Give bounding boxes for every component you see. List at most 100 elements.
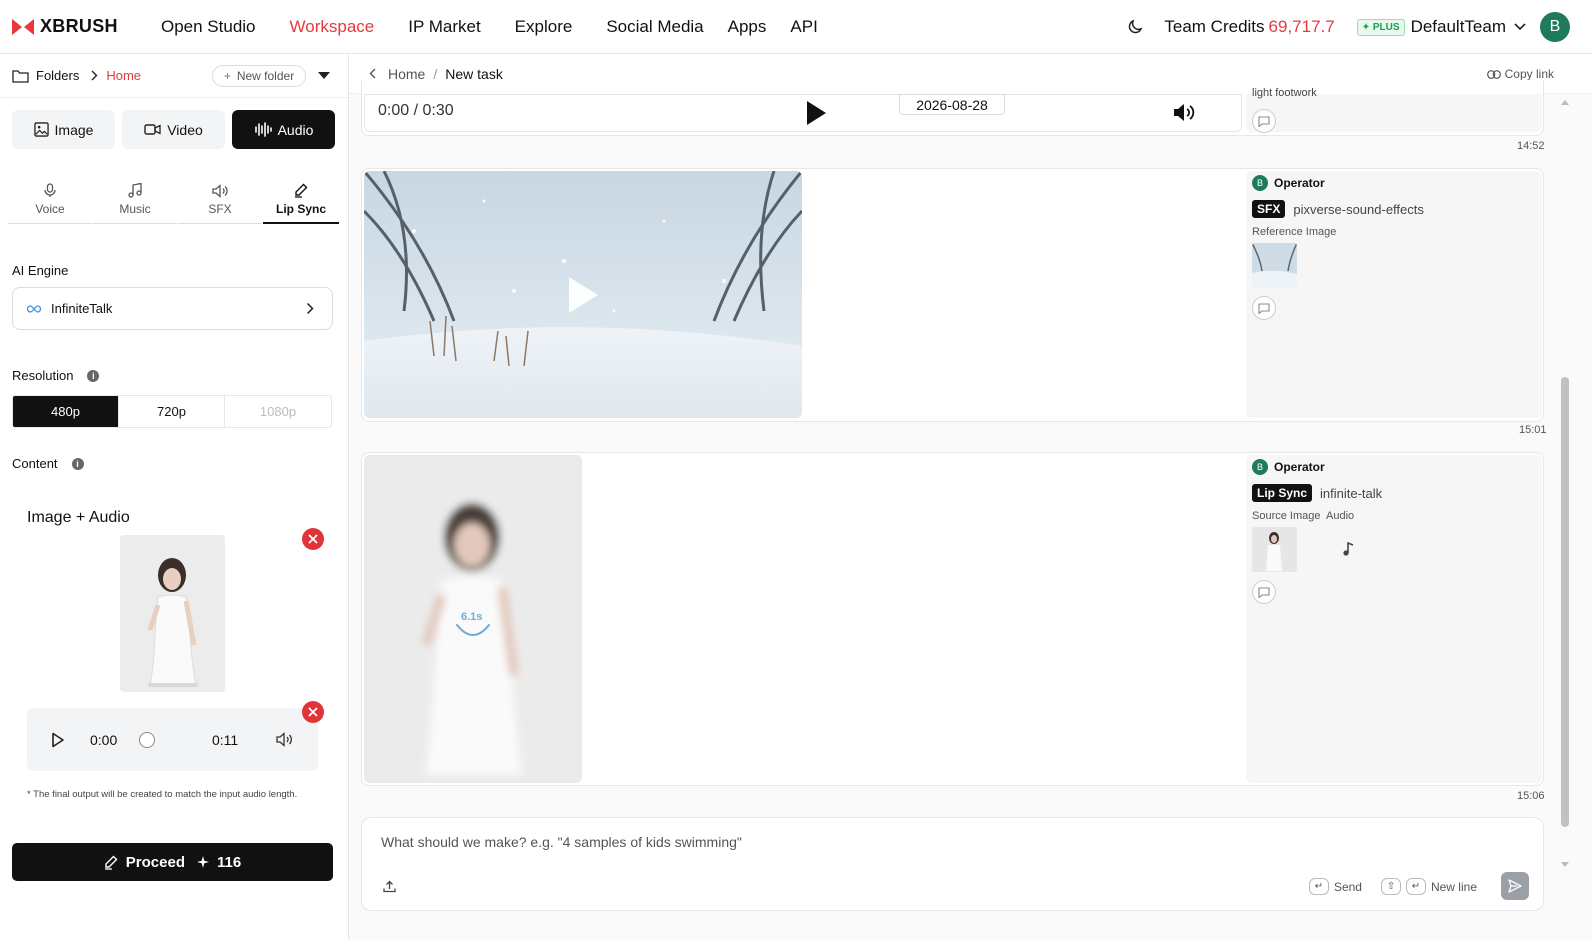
remove-image-button[interactable]: [302, 528, 324, 550]
mode-image-button[interactable]: Image: [12, 110, 115, 149]
back-icon[interactable]: [369, 68, 376, 79]
tab-music[interactable]: Music: [93, 176, 177, 224]
prompt-composer[interactable]: What should we make? e.g. "4 samples of …: [361, 817, 1544, 911]
tab-sfx[interactable]: SFX: [178, 176, 262, 224]
dark-mode-icon[interactable]: [1126, 18, 1144, 36]
lip-sync-card-side-panel: B Operator Lip Sync infinite-talk Source…: [1246, 455, 1542, 783]
audio-duration: 0:11: [212, 732, 239, 748]
mode-video-button[interactable]: Video: [122, 110, 225, 149]
source-image-label: Source Image: [1252, 510, 1321, 522]
close-icon: [308, 707, 318, 717]
tab-voice[interactable]: Voice: [8, 176, 92, 224]
resolution-selector: 480p 720p 1080p: [12, 395, 332, 428]
operator-row: B Operator: [1252, 175, 1325, 191]
play-icon[interactable]: [805, 100, 827, 126]
volume-icon[interactable]: [1173, 103, 1195, 122]
newline-hint: New line: [1430, 879, 1477, 894]
comment-button[interactable]: [1252, 109, 1276, 133]
new-folder-button[interactable]: + New folder: [212, 65, 306, 87]
pen-icon: [294, 183, 308, 198]
content-label: Content: [12, 456, 58, 471]
prompt-input[interactable]: What should we make? e.g. "4 samples of …: [381, 834, 742, 850]
send-button[interactable]: [1501, 872, 1529, 900]
player-time: 0:00 / 0:30: [378, 102, 454, 119]
scrollbar[interactable]: [1560, 94, 1574, 884]
enter-key-icon: ↵: [1308, 878, 1329, 895]
elapsed-time: 6.1s: [461, 611, 483, 623]
nav-open-studio[interactable]: Open Studio: [161, 17, 256, 37]
caret-down-icon[interactable]: [318, 72, 330, 79]
remove-audio-button[interactable]: [302, 701, 324, 723]
play-icon[interactable]: [51, 732, 65, 748]
avatar[interactable]: B: [1540, 12, 1570, 42]
logo[interactable]: XBRUSH: [12, 16, 142, 37]
source-image-thumbnail[interactable]: [1252, 527, 1297, 572]
mode-audio-button[interactable]: Audio: [232, 110, 335, 149]
model-name: infinite-talk: [1320, 485, 1383, 501]
engine-selector[interactable]: InfiniteTalk: [12, 287, 333, 330]
info-icon[interactable]: i: [71, 457, 84, 470]
operator-name: Operator: [1274, 176, 1325, 190]
main-panel: Home / New task Copy link 0:00 / 0:30 20…: [349, 54, 1592, 940]
logo-icon: [12, 18, 34, 35]
engine-label: AI Engine: [12, 263, 69, 278]
play-icon[interactable]: [566, 275, 600, 315]
reference-image-label: Reference Image: [1252, 226, 1337, 238]
breadcrumb-home[interactable]: Home: [106, 68, 141, 83]
copy-link-button[interactable]: Copy link: [1486, 67, 1554, 81]
nav-social-media[interactable]: Social Media: [606, 17, 703, 37]
operator-avatar: B: [1252, 459, 1268, 475]
image-icon: [33, 122, 49, 137]
info-icon[interactable]: i: [87, 369, 100, 382]
tab-lip-sync[interactable]: Lip Sync: [263, 176, 339, 224]
previous-card-side-panel: light footwork: [1246, 87, 1542, 133]
upload-icon[interactable]: [383, 880, 396, 893]
operator-name: Operator: [1274, 460, 1325, 474]
comment-button[interactable]: [1252, 296, 1276, 320]
nav-apps[interactable]: Apps: [728, 17, 767, 37]
nav-explore[interactable]: Explore: [515, 17, 573, 37]
send-hint: Send: [1333, 879, 1362, 894]
nav-api[interactable]: API: [790, 17, 817, 37]
model-row: SFX pixverse-sound-effects: [1252, 200, 1424, 218]
timestamp: 15:06: [1517, 790, 1545, 802]
mode-video-label: Video: [167, 121, 203, 138]
resolution-label: Resolution: [12, 368, 74, 383]
comment-icon: [1258, 115, 1270, 127]
model-row: Lip Sync infinite-talk: [1252, 484, 1382, 502]
content-section-label: Content i: [12, 456, 84, 471]
chevron-down-icon[interactable]: [1514, 23, 1526, 31]
scroll-thumb[interactable]: [1561, 377, 1569, 827]
operator-row: B Operator: [1252, 459, 1325, 475]
plus-icon: +: [223, 69, 231, 83]
nav-workspace[interactable]: Workspace: [290, 17, 375, 37]
top-bar: XBRUSH Open Studio Workspace IP Market E…: [0, 0, 1592, 54]
comment-button[interactable]: [1252, 580, 1276, 604]
lip-sync-preview: 6.1s: [364, 455, 582, 783]
engine-section-label: AI Engine: [12, 263, 68, 278]
keyboard-hints: ↵ Send ⇧ ↵ New line: [1308, 878, 1477, 895]
sfx-video-thumbnail[interactable]: [364, 171, 802, 418]
reference-image-thumbnail[interactable]: [1252, 243, 1297, 288]
resolution-720p[interactable]: 720p: [119, 396, 225, 427]
folders-label[interactable]: Folders: [36, 68, 79, 83]
plan-badge-label: PLUS: [1372, 21, 1400, 33]
audio-seek-slider[interactable]: [139, 732, 155, 748]
proceed-label: Proceed: [125, 853, 185, 871]
volume-icon[interactable]: [276, 732, 294, 747]
sparkle-icon: [197, 856, 209, 868]
sfx-tag: SFX: [1252, 200, 1286, 218]
music-note-icon[interactable]: [1342, 541, 1354, 557]
nav-ip-market[interactable]: IP Market: [408, 17, 480, 37]
team-name[interactable]: DefaultTeam: [1411, 17, 1506, 37]
source-image-thumbnail[interactable]: [120, 535, 225, 692]
tab-voice-label: Voice: [35, 202, 65, 216]
content-title: Image + Audio: [27, 509, 130, 526]
mode-audio-label: Audio: [277, 121, 314, 138]
resolution-480p[interactable]: 480p: [13, 396, 119, 427]
resolution-section-label: Resolution i: [12, 368, 100, 383]
video-player-controls: 0:00 / 0:30: [364, 94, 1242, 132]
tab-lip-sync-label: Lip Sync: [275, 201, 326, 216]
proceed-button[interactable]: Proceed 116: [12, 843, 333, 881]
close-icon: [308, 534, 318, 544]
